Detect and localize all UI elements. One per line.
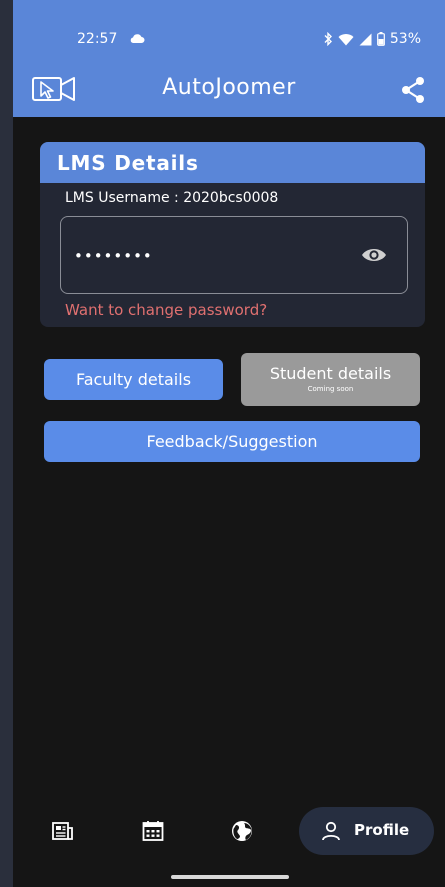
cloud-icon (130, 34, 145, 43)
share-icon[interactable] (399, 76, 427, 104)
eye-icon[interactable] (361, 245, 387, 265)
wifi-icon (338, 33, 354, 45)
lms-card-title: LMS Details (40, 142, 425, 183)
faculty-details-button[interactable]: Faculty details (44, 359, 223, 400)
bottom-navigation: Profile (13, 800, 445, 862)
newspaper-icon[interactable] (52, 820, 74, 842)
battery-percent: 53% (389, 31, 421, 47)
person-icon (322, 821, 340, 841)
status-time: 22:57 (77, 31, 118, 47)
password-field[interactable]: •••••••• (60, 216, 408, 294)
lms-username: LMS Username : 2020bcs0008 (65, 190, 279, 206)
home-indicator[interactable] (171, 875, 289, 879)
nav-profile-tab[interactable]: Profile (299, 807, 434, 855)
coming-soon-label: Coming soon (307, 385, 354, 393)
status-bar: 22:57 53% (13, 0, 445, 60)
student-details-label: Student details (269, 364, 392, 383)
bluetooth-icon (324, 32, 332, 46)
status-icons: 53% (323, 30, 421, 48)
student-details-button[interactable]: Student details Coming soon (241, 353, 420, 406)
lms-details-card: LMS Details LMS Username : 2020bcs0008 •… (40, 142, 425, 327)
feedback-button[interactable]: Feedback/Suggestion (44, 421, 420, 462)
app-bar: AutoJoomer (13, 60, 445, 117)
app-screen: 22:57 53% AutoJoomer LMS Details LMS Use… (13, 0, 445, 887)
password-value: •••••••• (74, 247, 153, 265)
profile-label: Profile (354, 821, 410, 839)
calendar-icon[interactable] (142, 820, 164, 842)
signal-icon (359, 33, 372, 45)
app-title: AutoJoomer (162, 75, 296, 100)
battery-icon (376, 32, 385, 46)
globe-icon[interactable] (231, 820, 253, 842)
change-password-link[interactable]: Want to change password? (65, 301, 267, 319)
